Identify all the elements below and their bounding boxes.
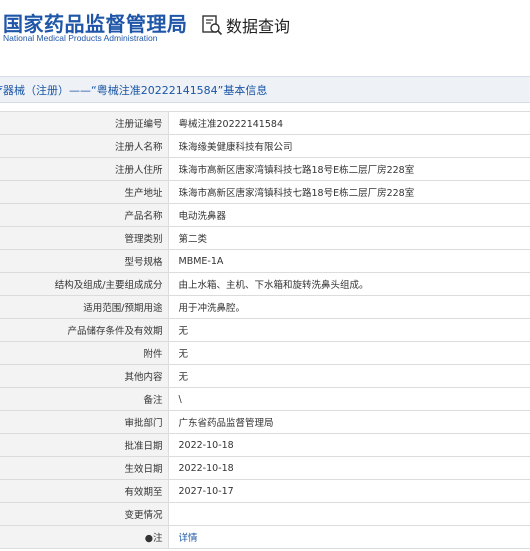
row-label: 审批部门 <box>0 410 169 434</box>
row-value: MBME-1A <box>168 249 530 273</box>
table-row: 注册人名称 珠海缘美健康科技有限公司 <box>0 134 530 158</box>
site-logo-subtitle: National Medical Products Administration <box>3 33 158 43</box>
row-value: 2022-10-18 <box>168 456 530 480</box>
table-row: 结构及组成/主要组成成分 由上水箱、主机、下水箱和旋转洗鼻头组成。 <box>0 272 530 296</box>
table-row: 管理类别 第二类 <box>0 226 530 250</box>
row-value: 第二类 <box>168 226 530 250</box>
row-value: 广东省药品监督管理局 <box>168 410 530 434</box>
row-label: 附件 <box>0 341 169 365</box>
row-label: 其他内容 <box>0 364 169 388</box>
row-label: 生产地址 <box>0 180 169 204</box>
row-label: 备注 <box>0 387 169 411</box>
row-value: 用于冲洗鼻腔。 <box>168 295 530 319</box>
row-label: 注册证编号 <box>0 111 169 135</box>
details-link[interactable]: 详情 <box>179 533 198 544</box>
row-label: 结构及组成/主要组成成分 <box>0 272 169 296</box>
row-label: 变更情况 <box>0 502 169 526</box>
row-value: 无 <box>168 364 530 388</box>
row-label: 型号规格 <box>0 249 169 273</box>
row-value: 详情 <box>168 525 530 549</box>
table-row: 生产地址 珠海市高新区唐家湾镇科技七路18号E栋二层厂房228室 <box>0 180 530 204</box>
row-label: 注册人名称 <box>0 134 169 158</box>
row-value: 粤械注准20222141584 <box>168 111 530 135</box>
table-row: 适用范围/预期用途 用于冲洗鼻腔。 <box>0 295 530 319</box>
page-title: 疗器械（注册）——“粤械注准20222141584”基本信息 <box>0 84 268 97</box>
row-value: \ <box>168 387 530 411</box>
table-row: 产品名称 电动洗鼻器 <box>0 203 530 227</box>
row-value: 珠海市高新区唐家湾镇科技七路18号E栋二层厂房228室 <box>168 157 530 181</box>
table-row: 注册人住所 珠海市高新区唐家湾镇科技七路18号E栋二层厂房228室 <box>0 157 530 181</box>
row-value: 2022-10-18 <box>168 433 530 457</box>
table-row: 变更情况 <box>0 502 530 526</box>
table-row: 产品储存条件及有效期 无 <box>0 318 530 342</box>
row-label: 产品储存条件及有效期 <box>0 318 169 342</box>
detail-table: 注册证编号 粤械注准20222141584 注册人名称 珠海缘美健康科技有限公司… <box>0 111 530 549</box>
table-row: 注册证编号 粤械注准20222141584 <box>0 111 530 135</box>
table-row: 附件 无 <box>0 341 530 365</box>
row-value: 珠海市高新区唐家湾镇科技七路18号E栋二层厂房228室 <box>168 180 530 204</box>
table-row: 批准日期 2022-10-18 <box>0 433 530 457</box>
data-query-label: 数据查询 <box>226 17 291 36</box>
row-value: 珠海缘美健康科技有限公司 <box>168 134 530 158</box>
table-row: ●注 详情 <box>0 525 530 549</box>
row-value <box>168 502 530 526</box>
row-label: 管理类别 <box>0 226 169 250</box>
row-value: 由上水箱、主机、下水箱和旋转洗鼻头组成。 <box>168 272 530 296</box>
row-value: 无 <box>168 318 530 342</box>
row-label: 生效日期 <box>0 456 169 480</box>
table-row: 审批部门 广东省药品监督管理局 <box>0 410 530 434</box>
page-title-bar: 疗器械（注册）——“粤械注准20222141584”基本信息 <box>0 76 530 103</box>
row-label: ●注 <box>0 525 169 549</box>
row-value: 无 <box>168 341 530 365</box>
row-label: 注册人住所 <box>0 157 169 181</box>
search-document-icon <box>201 14 223 36</box>
row-label: 产品名称 <box>0 203 169 227</box>
site-header: 国家药品监督管理局 National Medical Products Admi… <box>0 0 530 70</box>
table-row: 其他内容 无 <box>0 364 530 388</box>
row-value: 电动洗鼻器 <box>168 203 530 227</box>
table-row: 型号规格 MBME-1A <box>0 249 530 273</box>
row-value: 2027-10-17 <box>168 479 530 503</box>
row-label: 有效期至 <box>0 479 169 503</box>
table-row: 有效期至 2027-10-17 <box>0 479 530 503</box>
row-label: 批准日期 <box>0 433 169 457</box>
row-label: 适用范围/预期用途 <box>0 295 169 319</box>
table-row: 生效日期 2022-10-18 <box>0 456 530 480</box>
data-query-link[interactable]: 数据查询 <box>201 13 290 37</box>
table-row: 备注 \ <box>0 387 530 411</box>
